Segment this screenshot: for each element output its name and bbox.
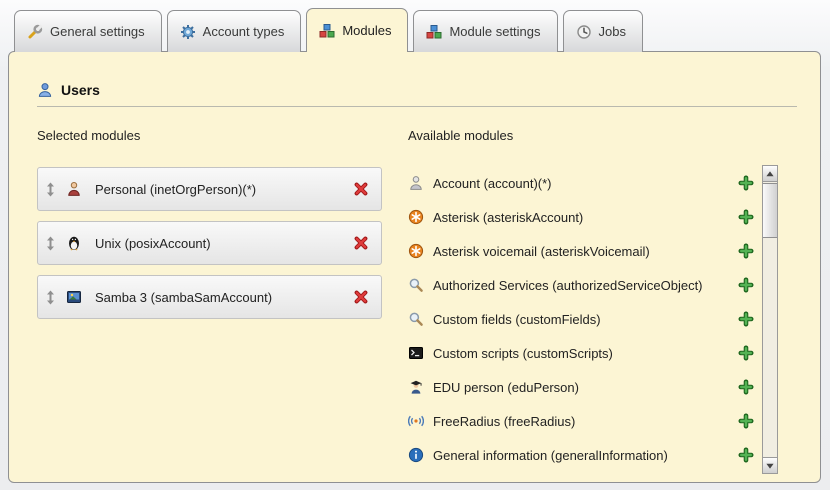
- gear-icon: [180, 24, 196, 40]
- tab-module-settings[interactable]: Module settings: [413, 10, 557, 52]
- penguin-icon: [66, 235, 82, 251]
- tab-account-types[interactable]: Account types: [167, 10, 302, 52]
- scroll-down-button[interactable]: [763, 457, 777, 473]
- available-module-row: FreeRadius (freeRadius): [408, 404, 754, 438]
- scrollbar-thumb[interactable]: [763, 183, 777, 238]
- selected-module-row: Unix (posixAccount): [37, 221, 382, 265]
- add-module-button[interactable]: [738, 413, 754, 429]
- add-module-button[interactable]: [738, 175, 754, 191]
- available-module-row: Asterisk voicemail (asteriskVoicemail): [408, 234, 754, 268]
- terminal-icon: [408, 345, 424, 361]
- selected-modules-list: Personal (inetOrgPerson)(*) Unix (posixA…: [37, 167, 382, 319]
- tab-jobs[interactable]: Jobs: [563, 10, 643, 52]
- selected-module-row: Samba 3 (sambaSamAccount): [37, 275, 382, 319]
- selected-modules-column: Selected modules Personal (inetOrgPerson…: [37, 128, 382, 329]
- add-module-button[interactable]: [738, 209, 754, 225]
- tab-general-settings[interactable]: General settings: [14, 10, 162, 52]
- available-module-row: Asterisk (asteriskAccount): [408, 200, 754, 234]
- add-module-button[interactable]: [738, 345, 754, 361]
- modules-icon: [319, 23, 335, 39]
- graduate-icon: [408, 379, 424, 395]
- users-section-header: Users: [37, 82, 797, 98]
- available-module-row: Account (account)(*): [408, 166, 754, 200]
- samba-icon: [66, 289, 82, 305]
- drag-handle-icon[interactable]: [46, 236, 55, 251]
- info-icon: [408, 447, 424, 463]
- wrench-icon: [27, 24, 43, 40]
- remove-module-button[interactable]: [353, 235, 369, 251]
- asterisk-icon: [408, 243, 424, 259]
- user-icon: [37, 82, 53, 98]
- add-module-button[interactable]: [738, 243, 754, 259]
- person-icon: [66, 181, 82, 197]
- available-module-row: Authorized Services (authorizedServiceOb…: [408, 268, 754, 302]
- magnifier-icon: [408, 311, 424, 327]
- users-section-divider: Users: [37, 82, 797, 107]
- add-module-button[interactable]: [738, 447, 754, 463]
- drag-handle-icon[interactable]: [46, 290, 55, 305]
- magnifier-icon: [408, 277, 424, 293]
- remove-module-button[interactable]: [353, 289, 369, 305]
- drag-handle-icon[interactable]: [46, 182, 55, 197]
- add-module-button[interactable]: [738, 311, 754, 327]
- add-module-button[interactable]: [738, 277, 754, 293]
- add-module-button[interactable]: [738, 379, 754, 395]
- available-module-row: Custom scripts (customScripts): [408, 336, 754, 370]
- available-modules-heading: Available modules: [408, 128, 754, 143]
- settings-tabbar: General settings Account types Modules M…: [14, 8, 648, 52]
- modules-panel: Users Selected modules Personal (inetOrg…: [8, 51, 821, 483]
- users-section-title: Users: [61, 82, 100, 98]
- wifi-icon: [408, 413, 424, 429]
- remove-module-button[interactable]: [353, 181, 369, 197]
- available-module-row: EDU person (eduPerson): [408, 370, 754, 404]
- asterisk-icon: [408, 209, 424, 225]
- available-module-row: General information (generalInformation): [408, 438, 754, 472]
- app-window: General settings Account types Modules M…: [0, 0, 830, 490]
- available-modules-list: Account (account)(*) Asterisk (asteriskA…: [408, 166, 754, 472]
- available-modules-column: Available modules Account (account)(*) A…: [408, 128, 754, 472]
- clock-icon: [576, 24, 592, 40]
- tab-modules[interactable]: Modules: [306, 8, 408, 52]
- selected-modules-heading: Selected modules: [37, 128, 382, 143]
- available-modules-scrollbar[interactable]: [762, 165, 778, 474]
- selected-module-row: Personal (inetOrgPerson)(*): [37, 167, 382, 211]
- available-module-row: Custom fields (customFields): [408, 302, 754, 336]
- scroll-up-button[interactable]: [763, 166, 777, 182]
- account-person-icon: [408, 175, 424, 191]
- module-settings-icon: [426, 24, 442, 40]
